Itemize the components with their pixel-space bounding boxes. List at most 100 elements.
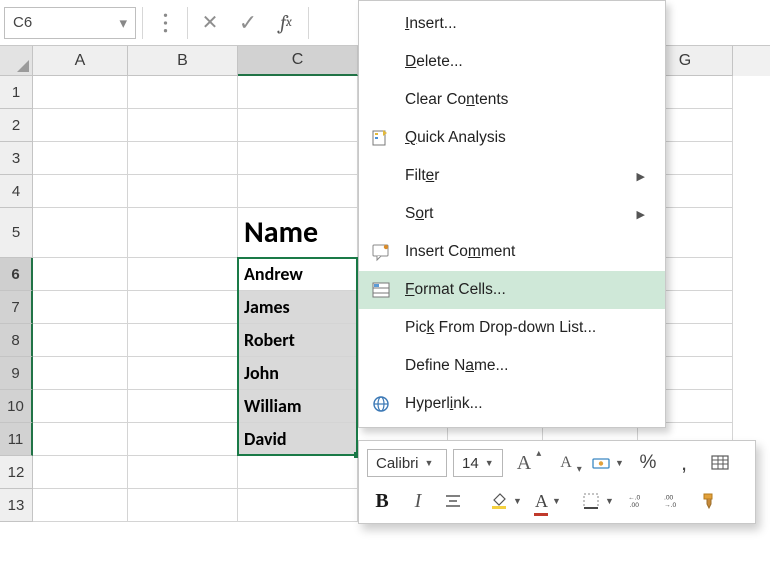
chevron-down-icon: ▼ — [485, 458, 494, 468]
cell-A6[interactable] — [33, 258, 128, 291]
decrease-font-button[interactable]: A — [551, 448, 581, 478]
hyperlink-icon — [369, 392, 393, 416]
format-painter-button[interactable] — [695, 486, 725, 516]
column-header-C[interactable]: C — [238, 46, 358, 76]
comma-button[interactable]: , — [669, 448, 699, 478]
cell-A5[interactable] — [33, 208, 128, 258]
name-box[interactable]: C6 ▾ — [4, 7, 136, 39]
cell-C7[interactable]: James — [238, 291, 358, 324]
cell-B11[interactable] — [128, 423, 238, 456]
font-size-combo[interactable]: 14 ▼ — [453, 449, 503, 477]
menu-item-insert[interactable]: Insert... — [359, 5, 665, 43]
italic-button[interactable]: I — [403, 486, 433, 516]
cell-B8[interactable] — [128, 324, 238, 357]
cell-C13[interactable] — [238, 489, 358, 522]
increase-decimal-button[interactable]: ←.0.00 — [623, 486, 653, 516]
row-header-7[interactable]: 7 — [0, 291, 33, 324]
menu-item-quick-analysis[interactable]: Quick Analysis — [359, 119, 665, 157]
cell-B9[interactable] — [128, 357, 238, 390]
menu-item-clear-contents[interactable]: Clear Contents — [359, 81, 665, 119]
cell-A7[interactable] — [33, 291, 128, 324]
format-as-table-button[interactable] — [705, 448, 735, 478]
cell-A9[interactable] — [33, 357, 128, 390]
cell-B2[interactable] — [128, 109, 238, 142]
cell-A4[interactable] — [33, 175, 128, 208]
increase-font-button[interactable]: A — [509, 448, 539, 478]
fill-color-button[interactable]: ▼ — [485, 486, 525, 516]
cell-A11[interactable] — [33, 423, 128, 456]
menu-item-hyperlink[interactable]: Hyperlink... — [359, 385, 665, 423]
menu-item-label: Define Name... — [405, 357, 508, 375]
menu-item-insert-comment[interactable]: Insert Comment — [359, 233, 665, 271]
separator — [142, 7, 143, 39]
cell-B12[interactable] — [128, 456, 238, 489]
cancel-button[interactable]: ✕ — [194, 7, 226, 39]
font-color-button[interactable]: A ▼ — [531, 486, 571, 516]
cell-A1[interactable] — [33, 76, 128, 109]
cell-B6[interactable] — [128, 258, 238, 291]
cell-B10[interactable] — [128, 390, 238, 423]
enter-button[interactable]: ✓ — [232, 7, 264, 39]
cell-C10[interactable]: William — [238, 390, 358, 423]
column-header-B[interactable]: B — [128, 46, 238, 76]
row-header-3[interactable]: 3 — [0, 142, 33, 175]
center-align-button[interactable] — [439, 486, 479, 516]
menu-item-filter[interactable]: Filter▶ — [359, 157, 665, 195]
row-header-11[interactable]: 11 — [0, 423, 33, 456]
borders-button[interactable]: ▼ — [577, 486, 617, 516]
chevron-down-icon: ▼ — [425, 458, 434, 468]
font-name-value: Calibri — [376, 455, 419, 472]
cell-B3[interactable] — [128, 142, 238, 175]
column-header-A[interactable]: A — [33, 46, 128, 76]
name-box-dropdown-icon[interactable]: ▾ — [119, 14, 127, 32]
cell-A8[interactable] — [33, 324, 128, 357]
borders-icon — [581, 491, 601, 511]
cell-C6[interactable]: Andrew — [238, 258, 358, 291]
cell-B4[interactable] — [128, 175, 238, 208]
menu-item-define-name[interactable]: Define Name... — [359, 347, 665, 385]
menu-item-pick-from-drop-down-list[interactable]: Pick From Drop-down List... — [359, 309, 665, 347]
cell-C9[interactable]: John — [238, 357, 358, 390]
cell-A10[interactable] — [33, 390, 128, 423]
cell-C4[interactable] — [238, 175, 358, 208]
cell-C11[interactable]: David — [238, 423, 358, 456]
row-header-2[interactable]: 2 — [0, 109, 33, 142]
row-header-5[interactable]: 5 — [0, 208, 33, 258]
cell-C8[interactable]: Robert — [238, 324, 358, 357]
formula-bar-options[interactable] — [149, 7, 181, 39]
row-header-12[interactable]: 12 — [0, 456, 33, 489]
cell-C3[interactable] — [238, 142, 358, 175]
cell-C2[interactable] — [238, 109, 358, 142]
cell-A13[interactable] — [33, 489, 128, 522]
svg-text:→.0: →.0 — [664, 502, 677, 509]
cell-C1[interactable] — [238, 76, 358, 109]
menu-item-format-cells[interactable]: Format Cells... — [359, 271, 665, 309]
cell-A3[interactable] — [33, 142, 128, 175]
cell-B7[interactable] — [128, 291, 238, 324]
row-header-4[interactable]: 4 — [0, 175, 33, 208]
row-header-9[interactable]: 9 — [0, 357, 33, 390]
row-header-13[interactable]: 13 — [0, 489, 33, 522]
context-menu: Insert...Delete...Clear ContentsQuick An… — [358, 0, 666, 428]
accounting-format-button[interactable]: ▼ — [587, 448, 627, 478]
row-header-8[interactable]: 8 — [0, 324, 33, 357]
cell-B5[interactable] — [128, 208, 238, 258]
select-all-corner[interactable] — [0, 46, 33, 76]
menu-item-sort[interactable]: Sort▶ — [359, 195, 665, 233]
row-header-6[interactable]: 6 — [0, 258, 33, 291]
percent-button[interactable]: % — [633, 448, 663, 478]
cell-C12[interactable] — [238, 456, 358, 489]
row-header-10[interactable]: 10 — [0, 390, 33, 423]
cell-A2[interactable] — [33, 109, 128, 142]
font-name-combo[interactable]: Calibri ▼ — [367, 449, 447, 477]
decrease-decimal-button[interactable]: .00→.0 — [659, 486, 689, 516]
cell-C5[interactable]: Name — [238, 208, 358, 258]
separator — [308, 7, 309, 39]
bold-button[interactable]: B — [367, 486, 397, 516]
cell-B13[interactable] — [128, 489, 238, 522]
insert-function-button[interactable]: fx — [270, 7, 302, 39]
cell-B1[interactable] — [128, 76, 238, 109]
cell-A12[interactable] — [33, 456, 128, 489]
menu-item-delete[interactable]: Delete... — [359, 43, 665, 81]
row-header-1[interactable]: 1 — [0, 76, 33, 109]
